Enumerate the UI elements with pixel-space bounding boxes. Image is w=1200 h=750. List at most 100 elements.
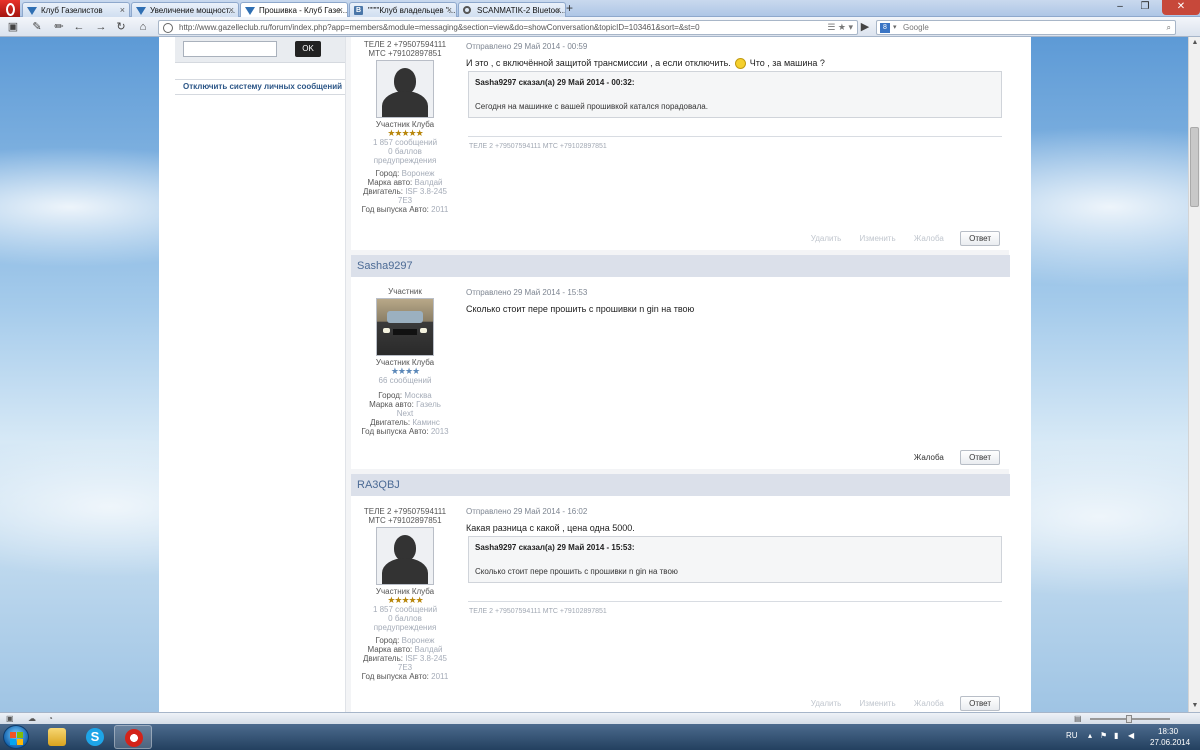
close-tab-icon[interactable]: × <box>338 5 343 15</box>
quote-block: Sasha9297 сказал(а) 29 Май 2014 - 15:53:… <box>468 536 1002 583</box>
ok-button[interactable]: OK <box>295 41 321 57</box>
tab-gazelle-club[interactable]: Клуб Газелистов × <box>22 2 130 17</box>
forum-triangle-icon <box>245 7 255 15</box>
tray-arrow-icon[interactable]: ▴ <box>1088 731 1092 740</box>
message-count: 1 857 сообщений <box>372 138 438 147</box>
edit-button[interactable]: Изменить <box>860 699 896 708</box>
post-text: И это , с включённой защитой трансмиссии… <box>466 58 825 70</box>
rating-stars-icon: ★★★★★ <box>387 595 423 605</box>
browser-nav-bar: ▣ ✎ ✏ ← → ↻ ⌂ http://www.gazelleclub.ru/… <box>0 17 1200 37</box>
page-scrollbar[interactable]: ▲ ▼ <box>1188 37 1200 712</box>
forum-triangle-icon <box>136 7 146 15</box>
restore-button[interactable]: ❐ <box>1135 0 1155 15</box>
scrollbar-thumb[interactable] <box>1190 127 1199 207</box>
taskbar-explorer-button[interactable] <box>38 725 76 749</box>
scroll-up-icon[interactable]: ▲ <box>1189 37 1200 49</box>
signature: ТЕЛЕ 2 +79507594111 МТС +79102897851 <box>469 143 607 150</box>
reply-button[interactable]: Ответ <box>960 231 1000 246</box>
scroll-down-icon[interactable]: ▼ <box>1189 700 1200 712</box>
avatar[interactable] <box>376 298 434 356</box>
reply-button[interactable]: Ответ <box>960 696 1000 711</box>
volume-icon[interactable]: ◀ <box>1128 731 1134 740</box>
reply-button[interactable]: Ответ <box>960 450 1000 465</box>
edit-button[interactable]: Изменить <box>860 234 896 243</box>
report-button[interactable]: Жалоба <box>914 699 944 708</box>
signature-divider <box>468 136 1002 137</box>
close-tab-icon[interactable]: × <box>229 5 234 15</box>
clock-time[interactable]: 18:30 <box>1158 727 1178 736</box>
flag-icon[interactable]: ⚑ <box>1100 731 1107 740</box>
taskbar-opera-button[interactable] <box>114 725 152 749</box>
rss-star-icons[interactable]: ☰ ★ ▾ <box>827 21 853 34</box>
delete-button[interactable]: Удалить <box>811 699 842 708</box>
post-date: Отправлено 29 Май 2014 - 00:59 <box>466 42 588 51</box>
folder-icon <box>48 728 66 746</box>
rating-stars-icon: ★★★★★ <box>387 128 423 138</box>
conversation-column: ТЕЛЕ 2 +79507594111 МТС +79102897851 Уча… <box>345 37 1010 712</box>
rating-stars-icon: ★★★★ <box>390 366 420 376</box>
panel-icon[interactable]: ▣ <box>6 714 14 723</box>
go-arrow-icon[interactable]: ▶ <box>858 20 872 34</box>
reload-icon[interactable]: ↻ <box>114 20 128 34</box>
clock-date[interactable]: 27.06.2014 <box>1150 738 1190 747</box>
engine-field: Двигатель: Каминс <box>370 418 440 427</box>
sidebar-search-input[interactable] <box>183 41 277 57</box>
browser-status-bar: ▣ ☁ ◔ ▤ <box>0 712 1200 724</box>
forward-arrow-icon[interactable]: → <box>94 20 108 34</box>
quote-header: Sasha9297 сказал(а) 29 Май 2014 - 15:53: <box>475 543 635 552</box>
back-arrow-icon[interactable]: ← <box>72 20 86 34</box>
quote-header: Sasha9297 сказал(а) 29 Май 2014 - 00:32: <box>475 78 635 87</box>
author-panel: Участник Участник Клуба ★★★★ 66 сообщени… <box>351 287 459 436</box>
cloud-icon[interactable]: ☁ <box>28 714 36 723</box>
close-tab-icon[interactable]: × <box>447 5 452 15</box>
tools-wrench-icon[interactable]: ✎ <box>30 20 44 34</box>
report-button[interactable]: Жалоба <box>914 453 944 462</box>
magnifier-icon[interactable]: ⌕ <box>1167 21 1171 34</box>
minimize-button[interactable]: – <box>1110 0 1130 15</box>
delete-button[interactable]: Удалить <box>811 234 842 243</box>
report-button[interactable]: Жалоба <box>914 234 944 243</box>
home-icon[interactable]: ⌂ <box>136 20 150 34</box>
address-bar[interactable]: http://www.gazelleclub.ru/forum/index.ph… <box>158 20 858 35</box>
network-icon[interactable]: ▮ <box>1114 731 1118 740</box>
skype-icon: S <box>86 728 104 746</box>
smiley-icon <box>734 58 746 70</box>
post-date: Отправлено 29 Май 2014 - 15:53 <box>466 288 588 297</box>
search-field[interactable]: 8 ▾ Google ⌕ <box>876 20 1176 35</box>
windows-start-button[interactable] <box>3 725 29 749</box>
tab-power-increase[interactable]: Увеличение мощност... × <box>131 2 239 17</box>
new-tab-button[interactable]: + <box>566 1 573 15</box>
avatar[interactable] <box>376 527 434 585</box>
site-globe-icon <box>163 23 173 33</box>
close-tab-icon[interactable]: × <box>120 5 125 15</box>
post-text: Какая разница с какой , цена одна 5000. <box>466 523 635 533</box>
sidebar-search-box: OK <box>175 37 345 63</box>
panel-toggle-icon[interactable]: ▣ <box>6 20 20 34</box>
turbo-icon[interactable]: ◔ <box>48 714 53 723</box>
tab-firmware[interactable]: Прошивка - Клуб Газе... × <box>240 2 348 17</box>
tab-scanmatik[interactable]: SCANMATIK-2 Bluetoo... × <box>458 2 566 17</box>
language-indicator[interactable]: RU <box>1066 731 1078 740</box>
car-field: Марка авто: Валдай <box>367 178 443 187</box>
opera-icon <box>125 729 143 747</box>
close-window-button[interactable]: ✕ <box>1162 0 1200 15</box>
post-author-header[interactable]: RA3QBJ <box>351 474 1010 496</box>
signature: ТЕЛЕ 2 +79507594111 МТС +79102897851 <box>469 608 607 615</box>
pencil-icon[interactable]: ✏ <box>52 20 66 34</box>
avatar[interactable] <box>376 60 434 118</box>
search-engine-icon[interactable]: 8 <box>880 23 890 33</box>
author-panel: ТЕЛЕ 2 +79507594111 МТС +79102897851 Уча… <box>351 507 459 681</box>
page-view-icon[interactable]: ▤ <box>1074 714 1082 723</box>
disable-pm-link[interactable]: Отключить систему личных сообщений <box>175 79 345 95</box>
zoom-slider-thumb[interactable] <box>1126 715 1132 723</box>
post-author-header[interactable]: Sasha9297 <box>351 255 1010 277</box>
author-title: ТЕЛЕ 2 +79507594111 МТС +79102897851 <box>363 40 447 58</box>
city-field: Город: Воронеж <box>375 636 435 645</box>
warning-points: 0 баллов предупреждения <box>373 614 437 632</box>
taskbar-skype-button[interactable]: S <box>76 725 114 749</box>
tab-vk-owners-club[interactable]: B """"Клуб владельцев "... × <box>349 2 457 17</box>
opera-menu-button[interactable] <box>0 0 20 17</box>
close-tab-icon[interactable]: × <box>556 5 561 15</box>
vk-icon: B <box>354 6 363 15</box>
chevron-down-icon[interactable]: ▾ <box>893 21 897 34</box>
